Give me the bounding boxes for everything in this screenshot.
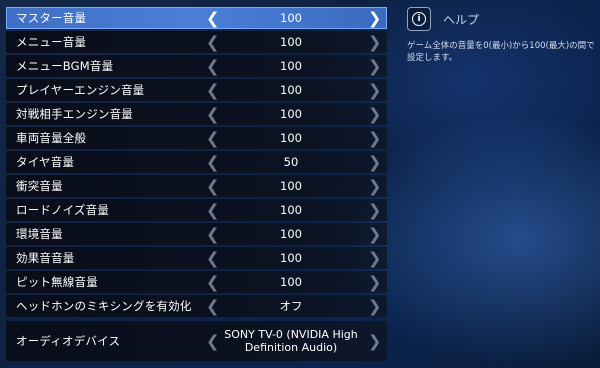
info-icon[interactable]: i [407, 7, 431, 31]
setting-value: SONY TV-0 (NVIDIA High Definition Audio) [224, 328, 358, 354]
setting-row-audio-device[interactable]: オーディオデバイス ❮ SONY TV-0 (NVIDIA High Defin… [6, 320, 387, 362]
setting-row-road-noise-volume[interactable]: ロードノイズ音量 ❮ 100 ❯ [6, 198, 387, 222]
arrow-left-icon[interactable]: ❮ [206, 249, 219, 268]
setting-row-player-engine-volume[interactable]: プレイヤーエンジン音量 ❮ 100 ❯ [6, 78, 387, 102]
arrow-left-icon[interactable]: ❮ [206, 57, 219, 76]
arrow-right-icon[interactable]: ❯ [368, 57, 381, 76]
arrow-right-icon[interactable]: ❯ [368, 33, 381, 52]
setting-label: メニュー音量 [16, 35, 87, 49]
arrow-left-icon[interactable]: ❮ [206, 201, 219, 220]
arrow-right-icon[interactable]: ❯ [368, 249, 381, 268]
setting-label: マスター音量 [16, 11, 87, 25]
setting-label: ヘッドホンのミキシングを有効化 [16, 299, 192, 313]
setting-row-pit-radio-volume[interactable]: ピット無線音量 ❮ 100 ❯ [6, 270, 387, 294]
arrow-left-icon[interactable]: ❮ [206, 297, 219, 316]
setting-row-tire-volume[interactable]: タイヤ音量 ❮ 50 ❯ [6, 150, 387, 174]
arrow-left-icon[interactable]: ❮ [206, 225, 219, 244]
arrow-right-icon[interactable]: ❯ [368, 201, 381, 220]
setting-label: 衝突音量 [16, 179, 63, 193]
arrow-right-icon[interactable]: ❯ [368, 273, 381, 292]
setting-value: オフ [279, 299, 303, 313]
arrow-left-icon[interactable]: ❮ [206, 153, 219, 172]
arrow-right-icon[interactable]: ❯ [368, 153, 381, 172]
arrow-right-icon[interactable]: ❯ [368, 129, 381, 148]
setting-value: 100 [280, 107, 302, 121]
setting-value: 100 [280, 83, 302, 97]
arrow-right-icon[interactable]: ❯ [368, 105, 381, 124]
help-header: i ヘルプ [407, 7, 479, 31]
setting-value: 100 [280, 179, 302, 193]
setting-value: 100 [280, 35, 302, 49]
arrow-left-icon[interactable]: ❮ [206, 129, 219, 148]
help-title: ヘルプ [443, 12, 480, 27]
help-text: ゲーム全体の音量を0(最小)から100(最大)の間で設定します。 [407, 41, 595, 63]
setting-value: 100 [280, 251, 302, 265]
setting-row-collision-volume[interactable]: 衝突音量 ❮ 100 ❯ [6, 174, 387, 198]
arrow-right-icon[interactable]: ❯ [368, 332, 381, 351]
setting-value: 100 [280, 203, 302, 217]
audio-settings-screen: マスター音量 ❮ 100 ❯ メニュー音量 ❮ 100 ❯ メニューBGM音量 … [0, 0, 600, 368]
setting-label: 車両音量全般 [16, 131, 87, 145]
setting-value: 50 [283, 155, 299, 169]
setting-label: オーディオデバイス [16, 334, 121, 348]
setting-row-opponent-engine-volume[interactable]: 対戦相手エンジン音量 ❮ 100 ❯ [6, 102, 387, 126]
arrow-right-icon[interactable]: ❯ [368, 225, 381, 244]
setting-label: プレイヤーエンジン音量 [16, 83, 145, 97]
settings-list: マスター音量 ❮ 100 ❯ メニュー音量 ❮ 100 ❯ メニューBGM音量 … [6, 6, 387, 362]
setting-label: ロードノイズ音量 [16, 203, 110, 217]
arrow-right-icon[interactable]: ❯ [368, 81, 381, 100]
setting-label: 効果音音量 [16, 251, 75, 265]
arrow-left-icon[interactable]: ❮ [206, 332, 219, 351]
setting-row-menu-volume[interactable]: メニュー音量 ❮ 100 ❯ [6, 30, 387, 54]
setting-value: 100 [280, 59, 302, 73]
setting-row-headphone-mixing[interactable]: ヘッドホンのミキシングを有効化 ❮ オフ ❯ [6, 294, 387, 318]
setting-value: 100 [280, 131, 302, 145]
arrow-right-icon[interactable]: ❯ [368, 177, 381, 196]
setting-value: 100 [280, 227, 302, 241]
setting-label: メニューBGM音量 [16, 59, 114, 73]
setting-label: ピット無線音量 [16, 275, 98, 289]
setting-label: 対戦相手エンジン音量 [16, 107, 133, 121]
setting-row-vehicle-volume[interactable]: 車両音量全般 ❮ 100 ❯ [6, 126, 387, 150]
arrow-left-icon[interactable]: ❮ [206, 9, 219, 28]
arrow-left-icon[interactable]: ❮ [206, 33, 219, 52]
setting-row-ambient-volume[interactable]: 環境音量 ❮ 100 ❯ [6, 222, 387, 246]
arrow-left-icon[interactable]: ❮ [206, 177, 219, 196]
setting-value: 100 [280, 11, 302, 25]
setting-row-master-volume[interactable]: マスター音量 ❮ 100 ❯ [6, 6, 387, 30]
arrow-left-icon[interactable]: ❮ [206, 273, 219, 292]
arrow-right-icon[interactable]: ❯ [368, 9, 381, 28]
arrow-right-icon[interactable]: ❯ [368, 297, 381, 316]
setting-row-sfx-volume[interactable]: 効果音音量 ❮ 100 ❯ [6, 246, 387, 270]
arrow-left-icon[interactable]: ❮ [206, 105, 219, 124]
setting-label: タイヤ音量 [16, 155, 75, 169]
setting-row-menu-bgm-volume[interactable]: メニューBGM音量 ❮ 100 ❯ [6, 54, 387, 78]
setting-value: 100 [280, 275, 302, 289]
arrow-left-icon[interactable]: ❮ [206, 81, 219, 100]
info-glyph: i [412, 12, 426, 26]
setting-label: 環境音量 [16, 227, 63, 241]
